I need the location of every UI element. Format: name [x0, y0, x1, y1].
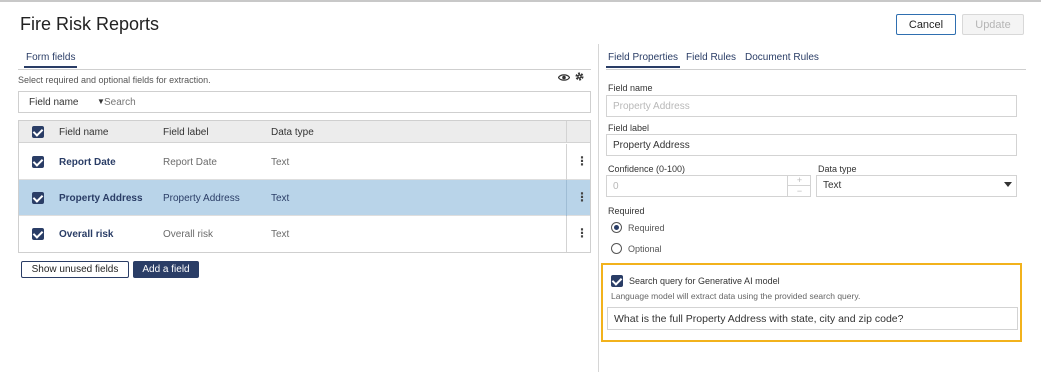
- data-type-cell: Text: [271, 193, 290, 204]
- optional-radio[interactable]: [611, 243, 622, 254]
- panel-divider: [598, 44, 599, 372]
- more-options-icon[interactable]: ⋮: [576, 190, 588, 204]
- table-row[interactable]: Report Date Report Date Text ⋮: [19, 144, 590, 180]
- add-field-button[interactable]: Add a field: [133, 261, 199, 278]
- increment-icon[interactable]: +: [788, 175, 811, 186]
- row-checkbox[interactable]: [32, 192, 44, 204]
- tab-field-rules[interactable]: Field Rules: [686, 52, 736, 63]
- required-label: Required: [608, 206, 645, 216]
- more-options-icon[interactable]: ⋮: [576, 226, 588, 240]
- tab-form-fields[interactable]: Form fields: [23, 52, 78, 68]
- field-label-label: Field label: [608, 123, 650, 133]
- table-row[interactable]: Overall risk Overall risk Text ⋮: [19, 216, 590, 252]
- field-label-cell: Property Address: [163, 193, 240, 204]
- table-row[interactable]: Property Address Property Address Text ⋮: [19, 180, 590, 216]
- column-divider: [566, 121, 567, 143]
- data-type-select[interactable]: Text: [816, 175, 1017, 197]
- confidence-input[interactable]: [606, 175, 811, 197]
- gear-icon[interactable]: [574, 71, 585, 85]
- field-label-input[interactable]: [606, 134, 1017, 156]
- data-type-cell: Text: [271, 229, 290, 240]
- column-header-data-type[interactable]: Data type: [271, 127, 314, 138]
- field-name-input[interactable]: [606, 95, 1017, 117]
- required-option-label: Required: [628, 223, 665, 233]
- page-title: Fire Risk Reports: [20, 14, 160, 34]
- instructions-text: Select required and optional fields for …: [18, 75, 211, 85]
- tab-field-properties[interactable]: Field Properties: [605, 52, 681, 68]
- gen-ai-checkbox[interactable]: [611, 275, 623, 287]
- fields-table: Field name Field label Data type Report …: [18, 120, 591, 253]
- column-header-field-name[interactable]: Field name: [59, 127, 108, 138]
- field-label-cell: Report Date: [163, 157, 217, 168]
- data-type-cell: Text: [271, 157, 290, 168]
- required-radio[interactable]: [611, 222, 622, 233]
- optional-option-label: Optional: [628, 244, 662, 254]
- table-header: Field name Field label Data type: [19, 121, 590, 143]
- gen-ai-description: Language model will extract data using t…: [611, 291, 861, 301]
- tab-document-rules[interactable]: Document Rules: [745, 52, 819, 63]
- column-header-field-label[interactable]: Field label: [163, 127, 209, 138]
- field-name-label: Field name: [608, 83, 653, 93]
- select-all-checkbox[interactable]: [32, 126, 44, 138]
- decrement-icon[interactable]: −: [788, 186, 811, 197]
- generative-ai-section: Search query for Generative AI model Lan…: [601, 263, 1022, 342]
- gen-ai-checkbox-label: Search query for Generative AI model: [629, 276, 780, 286]
- search-query-input[interactable]: [607, 307, 1018, 330]
- filter-select[interactable]: Field name: [29, 97, 78, 108]
- field-name-cell: Property Address: [59, 193, 143, 204]
- tab-divider: [18, 69, 591, 70]
- show-unused-fields-button[interactable]: Show unused fields: [21, 261, 129, 278]
- column-divider: [566, 144, 567, 180]
- update-button[interactable]: Update: [962, 14, 1024, 35]
- tab-divider: [606, 69, 1026, 70]
- cancel-button[interactable]: Cancel: [896, 14, 956, 35]
- window-top-border: [0, 0, 1041, 2]
- field-name-cell: Overall risk: [59, 229, 114, 240]
- more-options-icon[interactable]: ⋮: [576, 154, 588, 168]
- field-name-cell: Report Date: [59, 157, 116, 168]
- chevron-down-icon[interactable]: [1004, 182, 1012, 187]
- field-filter-bar: Field name ▼: [18, 91, 591, 113]
- confidence-stepper[interactable]: + −: [787, 175, 811, 197]
- field-label-cell: Overall risk: [163, 229, 214, 240]
- column-divider: [566, 216, 567, 252]
- column-divider: [566, 180, 567, 216]
- data-type-value: Text: [823, 180, 842, 191]
- confidence-label: Confidence (0-100): [608, 164, 686, 174]
- search-input[interactable]: [104, 94, 404, 110]
- data-type-label: Data type: [818, 164, 857, 174]
- row-checkbox[interactable]: [32, 228, 44, 240]
- row-checkbox[interactable]: [32, 156, 44, 168]
- eye-icon[interactable]: [557, 73, 571, 85]
